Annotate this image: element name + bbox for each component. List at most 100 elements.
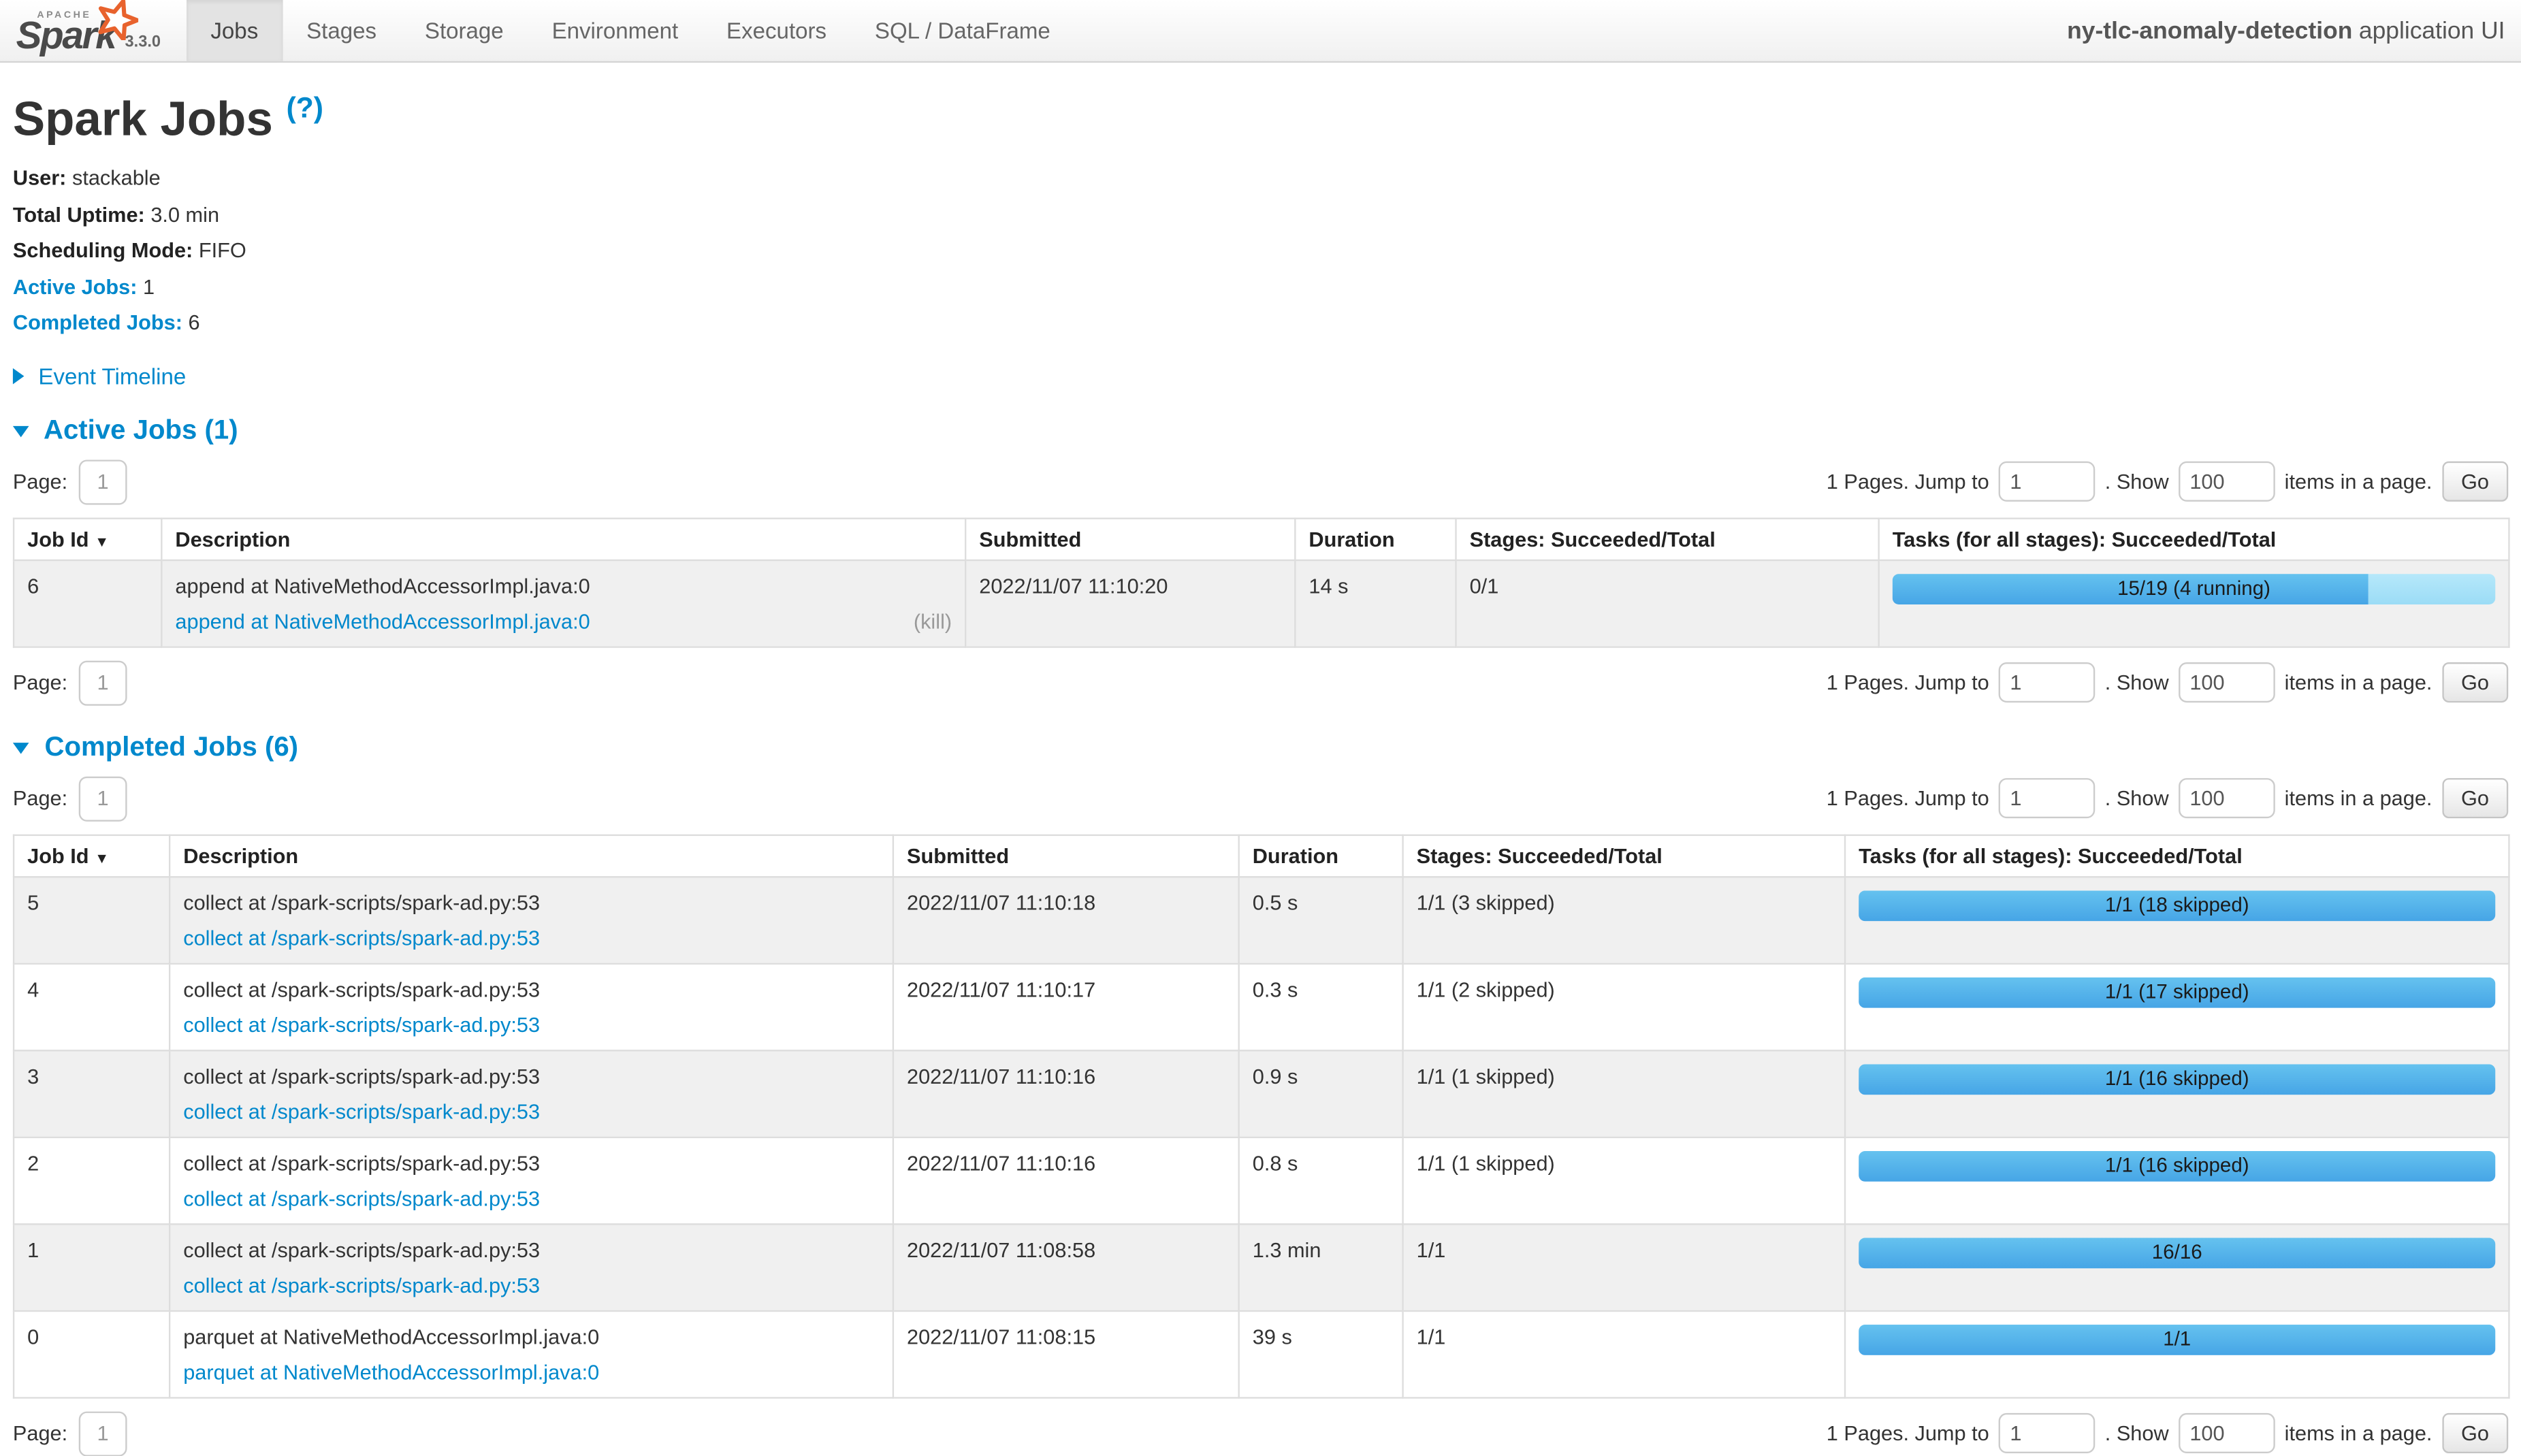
collapse-arrow-icon [13, 425, 29, 437]
tab-storage[interactable]: Storage [400, 0, 528, 61]
progress-label: 1/1 (16 skipped) [1859, 1064, 2495, 1095]
tab-environment[interactable]: Environment [528, 0, 702, 61]
job-id-cell: 2 [14, 1137, 170, 1224]
summary-user: User: stackable [13, 164, 2508, 192]
submitted-cell: 2022/11/07 11:10:20 [965, 560, 1295, 647]
top-navbar: APACHE Spark 3.3.0 Jobs Stages Storage E… [0, 0, 2521, 63]
column-submitted[interactable]: Submitted [965, 518, 1295, 560]
column-job-id[interactable]: Job Id ▼ [14, 835, 170, 876]
jump-to-page-input[interactable] [1999, 462, 2096, 502]
column-stages[interactable]: Stages: Succeeded/Total [1403, 835, 1845, 876]
items-per-page-input[interactable] [2179, 462, 2275, 502]
progress-label: 1/1 (17 skipped) [1859, 977, 2495, 1007]
column-tasks[interactable]: Tasks (for all stages): Succeeded/Total [1845, 835, 2509, 876]
page-label: Page: [13, 1421, 67, 1445]
tab-sql-dataframe[interactable]: SQL / DataFrame [850, 0, 1074, 61]
job-detail-link[interactable]: collect at /spark-scripts/spark-ad.py:53 [183, 926, 540, 950]
items-per-page-input[interactable] [2179, 779, 2275, 819]
completed-jobs-pagination-bottom: Page: 1 Pages. Jump to . Show items in a… [13, 1411, 2508, 1456]
duration-cell: 0.5 s [1239, 877, 1403, 964]
active-jobs-pagination-bottom: Page: 1 Pages. Jump to . Show items in a… [13, 660, 2508, 705]
active-jobs-link[interactable]: Active Jobs: [13, 274, 138, 298]
submitted-cell: 2022/11/07 11:10:16 [893, 1050, 1239, 1137]
column-duration[interactable]: Duration [1239, 835, 1403, 876]
active-jobs-heading[interactable]: Active Jobs (1) [13, 415, 2508, 447]
collapse-arrow-icon [13, 743, 29, 754]
tasks-cell: 1/1 (17 skipped) [1845, 963, 2509, 1050]
progress-label: 15/19 (4 running) [1893, 573, 2496, 604]
collapse-arrow-icon [13, 368, 25, 384]
go-button[interactable]: Go [2442, 1413, 2509, 1453]
submitted-cell: 2022/11/07 11:10:17 [893, 963, 1239, 1050]
column-description[interactable]: Description [170, 835, 893, 876]
jump-to-page-input[interactable] [1999, 1413, 2096, 1453]
nav-tabs: Jobs Stages Storage Environment Executor… [187, 0, 1074, 61]
tab-jobs[interactable]: Jobs [187, 0, 283, 61]
kill-link[interactable]: (kill) [914, 609, 952, 632]
description-text: collect at /spark-scripts/spark-ad.py:53 [183, 1150, 880, 1174]
duration-cell: 0.9 s [1239, 1050, 1403, 1137]
page-number-input[interactable] [79, 1411, 127, 1456]
spark-logo[interactable]: APACHE Spark 3.3.0 [0, 0, 187, 61]
completed-jobs-link[interactable]: Completed Jobs: [13, 310, 182, 334]
tasks-cell: 1/1 (16 skipped) [1845, 1137, 2509, 1224]
jump-to-page-input[interactable] [1999, 779, 2096, 819]
duration-cell: 0.3 s [1239, 963, 1403, 1050]
page-label: Page: [13, 786, 67, 810]
pages-text: 1 Pages. Jump to [1827, 1421, 1989, 1445]
job-detail-link[interactable]: collect at /spark-scripts/spark-ad.py:53 [183, 1186, 540, 1210]
progress-label: 1/1 [1859, 1324, 2495, 1355]
table-row: 6 append at NativeMethodAccessorImpl.jav… [14, 560, 2509, 647]
tab-executors[interactable]: Executors [703, 0, 851, 61]
sort-descending-icon: ▼ [95, 850, 109, 867]
go-button[interactable]: Go [2442, 663, 2509, 703]
column-description[interactable]: Description [161, 518, 965, 560]
items-per-page-input[interactable] [2179, 663, 2275, 703]
description-text: collect at /spark-scripts/spark-ad.py:53 [183, 1064, 880, 1088]
job-id-cell: 0 [14, 1310, 170, 1397]
summary-scheduling-mode: Scheduling Mode: FIFO [13, 236, 2508, 264]
tasks-cell: 1/1 (18 skipped) [1845, 877, 2509, 964]
pages-text: 1 Pages. Jump to [1827, 670, 1989, 694]
go-button[interactable]: Go [2442, 779, 2509, 819]
description-cell: collect at /spark-scripts/spark-ad.py:53… [170, 1137, 893, 1224]
job-detail-link[interactable]: parquet at NativeMethodAccessorImpl.java… [183, 1359, 599, 1383]
pages-text: 1 Pages. Jump to [1827, 786, 1989, 810]
items-per-page-input[interactable] [2179, 1413, 2275, 1453]
event-timeline-toggle[interactable]: Event Timeline [13, 363, 2508, 389]
page-title: Spark Jobs (?) [13, 92, 2508, 148]
page-number-input[interactable] [79, 660, 127, 705]
job-detail-link[interactable]: collect at /spark-scripts/spark-ad.py:53 [183, 1099, 540, 1123]
jump-to-page-input[interactable] [1999, 663, 2096, 703]
job-detail-link[interactable]: collect at /spark-scripts/spark-ad.py:53 [183, 1273, 540, 1297]
page-number-input[interactable] [79, 459, 127, 504]
column-job-id[interactable]: Job Id ▼ [14, 518, 161, 560]
job-detail-link[interactable]: collect at /spark-scripts/spark-ad.py:53 [183, 1012, 540, 1036]
description-text: parquet at NativeMethodAccessorImpl.java… [183, 1324, 880, 1348]
show-text: . Show [2105, 470, 2169, 494]
stages-cell: 1/1 (1 skipped) [1403, 1137, 1845, 1224]
completed-jobs-heading[interactable]: Completed Jobs (6) [13, 731, 2508, 763]
description-cell: collect at /spark-scripts/spark-ad.py:53… [170, 1050, 893, 1137]
tasks-progress-bar: 1/1 (17 skipped) [1859, 977, 2495, 1007]
active-jobs-table: Job Id ▼ Description Submitted Duration … [13, 517, 2510, 647]
description-cell: append at NativeMethodAccessorImpl.java:… [161, 560, 965, 647]
go-button[interactable]: Go [2442, 462, 2509, 502]
column-tasks[interactable]: Tasks (for all stages): Succeeded/Total [1879, 518, 2509, 560]
summary-active-jobs: Active Jobs: 1 [13, 273, 2508, 301]
table-row: 0 parquet at NativeMethodAccessorImpl.ja… [14, 1310, 2509, 1397]
help-link[interactable]: (?) [287, 92, 323, 124]
column-stages[interactable]: Stages: Succeeded/Total [1456, 518, 1879, 560]
job-detail-link[interactable]: append at NativeMethodAccessorImpl.java:… [175, 609, 590, 632]
tab-stages[interactable]: Stages [283, 0, 401, 61]
active-jobs-pagination-top: Page: 1 Pages. Jump to . Show items in a… [13, 459, 2508, 504]
page-number-input[interactable] [79, 776, 127, 821]
column-duration[interactable]: Duration [1295, 518, 1456, 560]
items-text: items in a page. [2285, 670, 2432, 694]
table-header-row: Job Id ▼ Description Submitted Duration … [14, 518, 2509, 560]
tasks-cell: 1/1 (16 skipped) [1845, 1050, 2509, 1137]
show-text: . Show [2105, 1421, 2169, 1445]
completed-jobs-pagination-top: Page: 1 Pages. Jump to . Show items in a… [13, 776, 2508, 821]
table-row: 4 collect at /spark-scripts/spark-ad.py:… [14, 963, 2509, 1050]
column-submitted[interactable]: Submitted [893, 835, 1239, 876]
